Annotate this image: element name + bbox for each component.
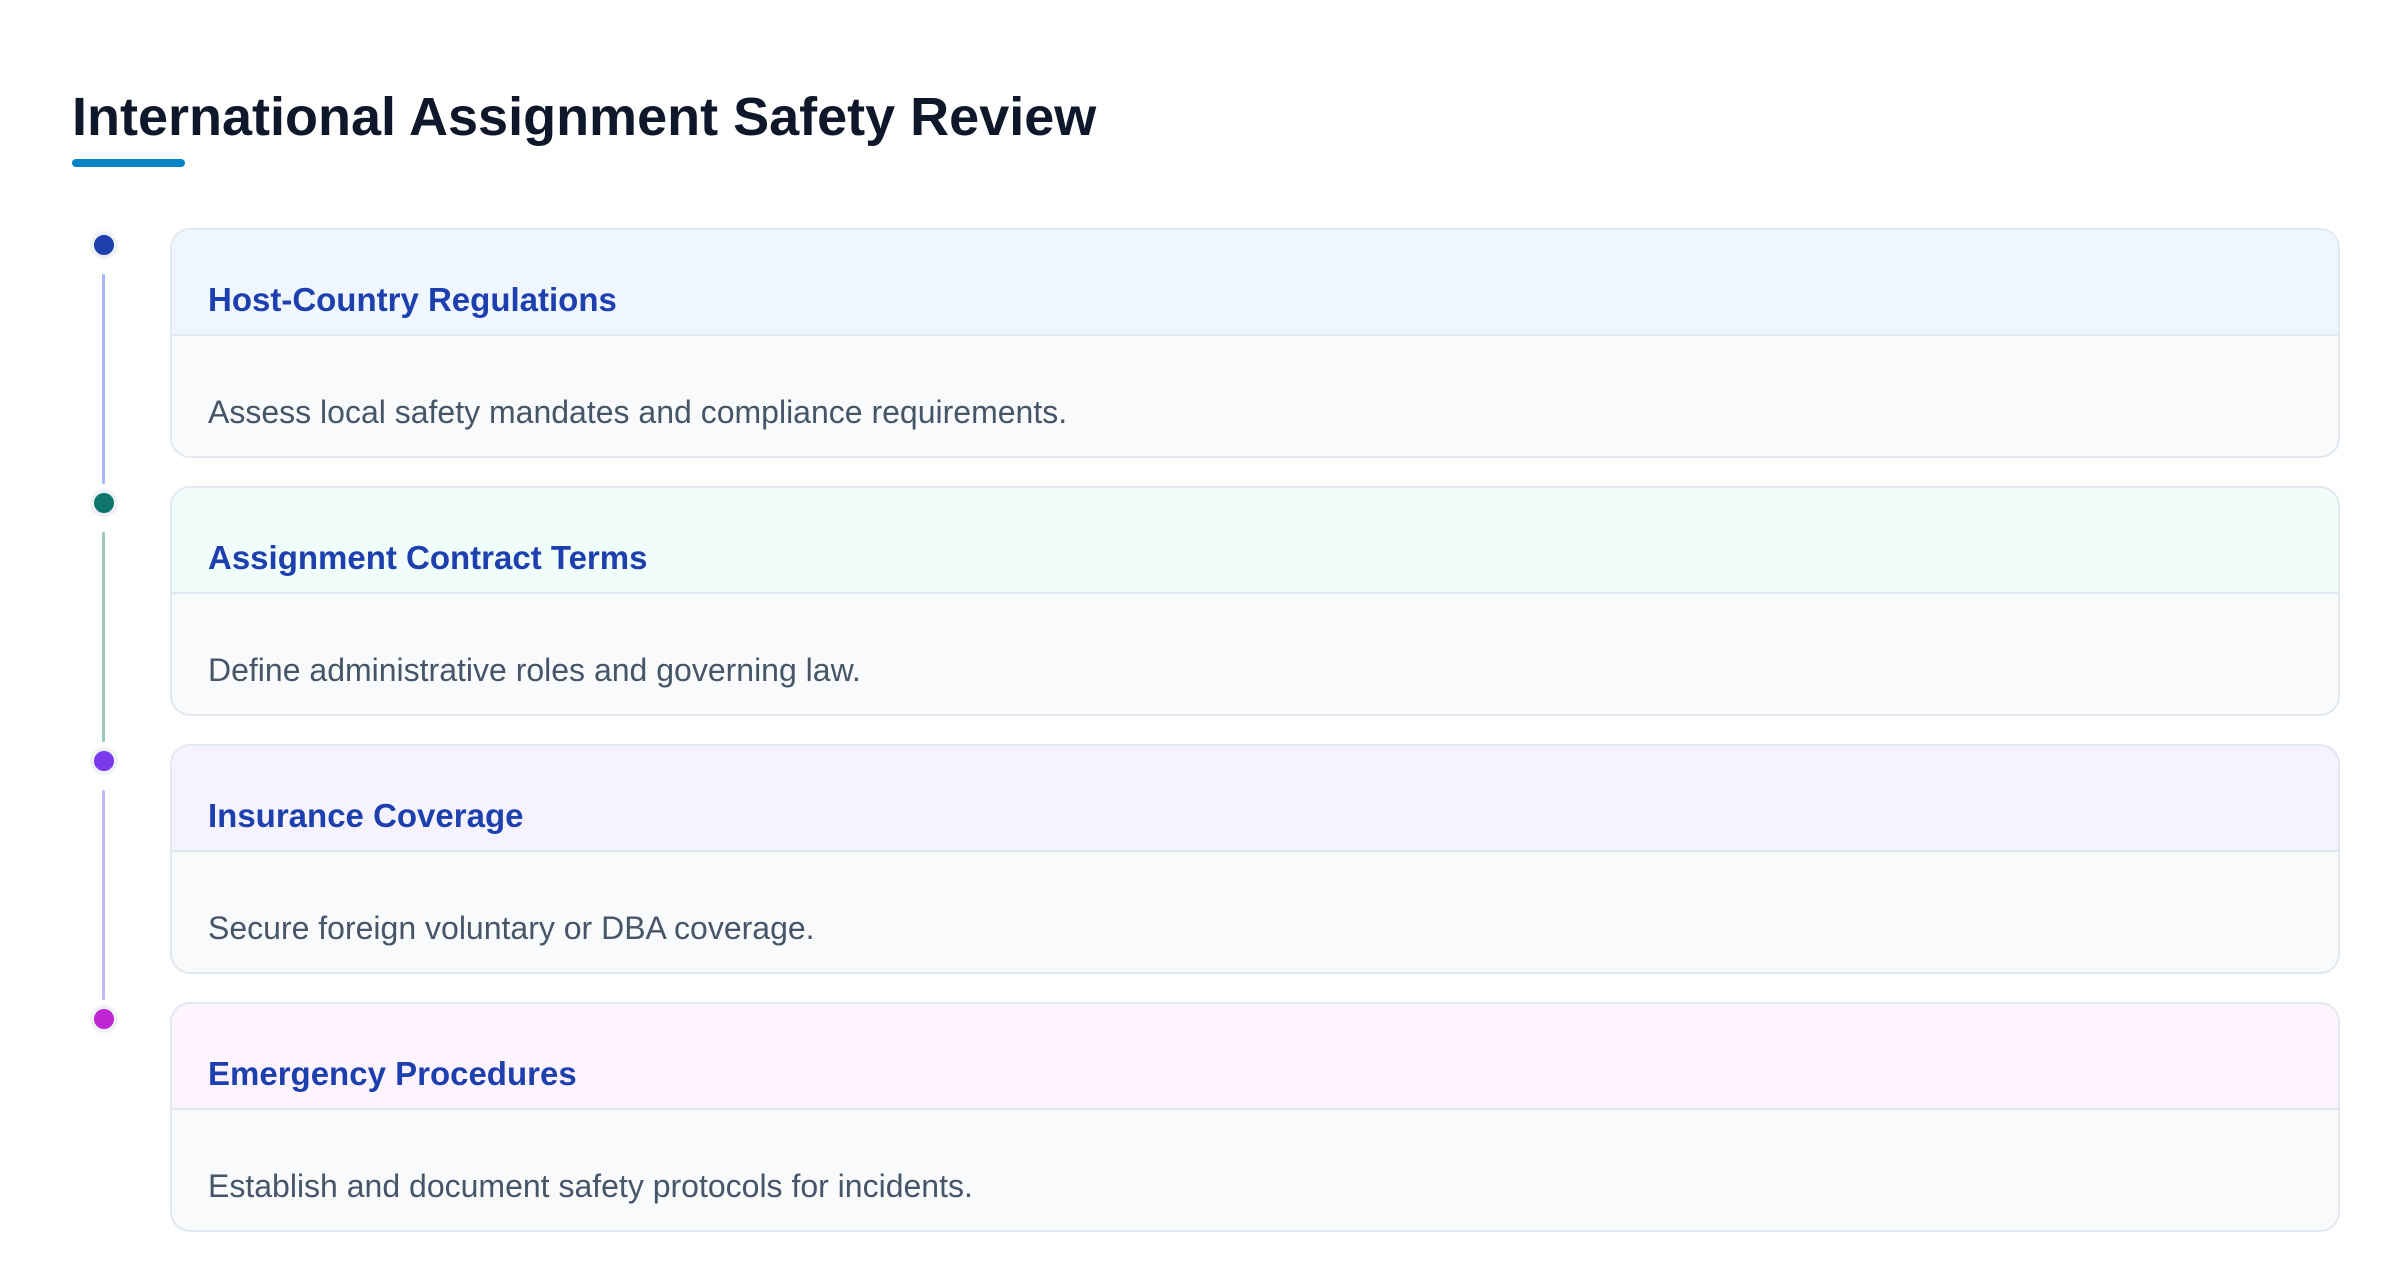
step-body: Assess local safety mandates and complia… (172, 336, 2338, 432)
step-description: Define administrative roles and governin… (208, 652, 861, 688)
timeline: Host-Country Regulations Assess local sa… (0, 0, 2400, 1288)
step-card-host-country-regulations: Host-Country Regulations Assess local sa… (170, 228, 2340, 458)
step-card-assignment-contract-terms: Assignment Contract Terms Define adminis… (170, 486, 2340, 716)
review-page: International Assignment Safety Review H… (0, 0, 2400, 1288)
step-body: Establish and document safety protocols … (172, 1110, 2338, 1206)
step-title: Assignment Contract Terms (208, 539, 648, 576)
timeline-dot (90, 489, 118, 517)
timeline-dot (90, 231, 118, 259)
timeline-dot (90, 747, 118, 775)
step-description: Secure foreign voluntary or DBA coverage… (208, 910, 815, 946)
step-title: Insurance Coverage (208, 797, 524, 834)
step-description: Assess local safety mandates and complia… (208, 394, 1068, 430)
timeline-connector (102, 274, 105, 484)
step-title: Host-Country Regulations (208, 281, 617, 318)
timeline-dot (90, 1005, 118, 1033)
step-header: Emergency Procedures (172, 1004, 2338, 1110)
step-header: Insurance Coverage (172, 746, 2338, 852)
step-title: Emergency Procedures (208, 1055, 577, 1092)
step-body: Secure foreign voluntary or DBA coverage… (172, 852, 2338, 948)
timeline-connector (102, 790, 105, 1000)
step-card-emergency-procedures: Emergency Procedures Establish and docum… (170, 1002, 2340, 1232)
step-card-insurance-coverage: Insurance Coverage Secure foreign volunt… (170, 744, 2340, 974)
timeline-connector (102, 532, 105, 742)
step-description: Establish and document safety protocols … (208, 1168, 973, 1204)
step-header: Assignment Contract Terms (172, 488, 2338, 594)
step-header: Host-Country Regulations (172, 230, 2338, 336)
step-body: Define administrative roles and governin… (172, 594, 2338, 690)
